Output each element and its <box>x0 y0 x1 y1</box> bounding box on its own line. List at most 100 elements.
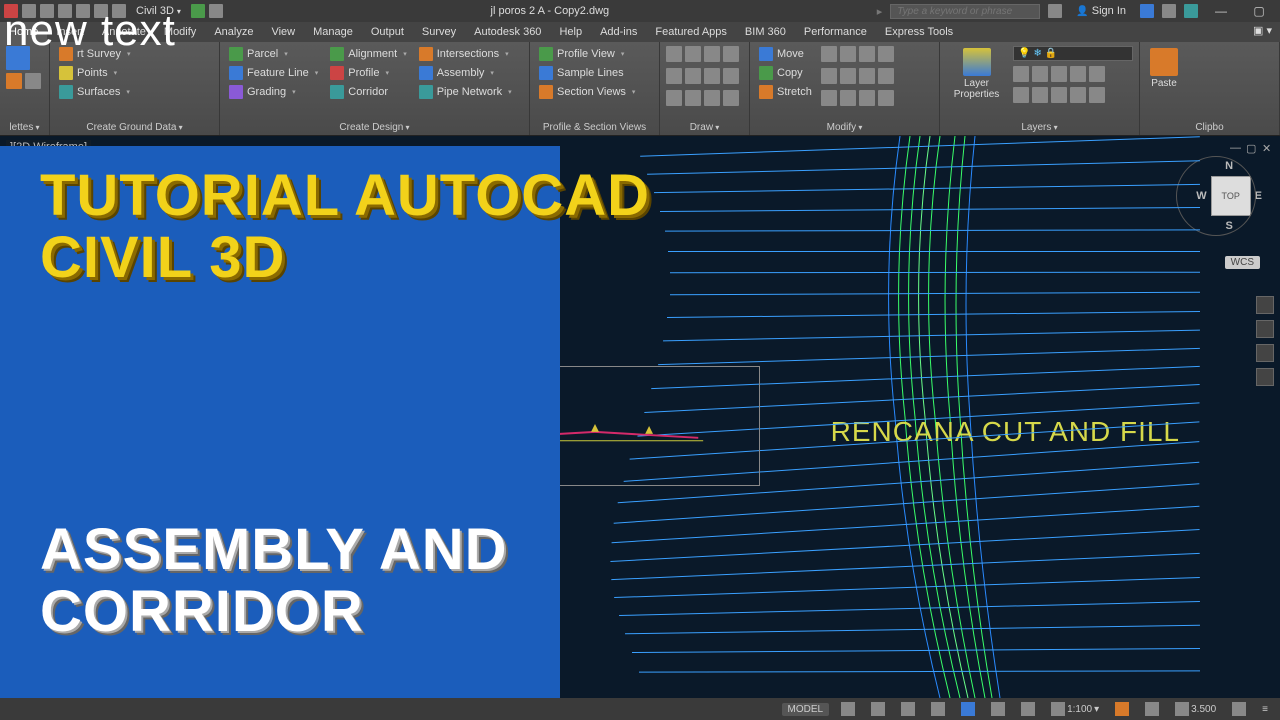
window-minimize[interactable]: — <box>1206 4 1236 18</box>
panel-profile-section[interactable]: Profile & Section Views <box>536 120 653 133</box>
layer-dropdown[interactable]: 💡❄🔒 <box>1013 46 1133 61</box>
anno-monitor[interactable] <box>1141 701 1163 717</box>
grid-toggle[interactable] <box>837 701 859 717</box>
rotate-icon[interactable] <box>821 46 837 62</box>
alignment-button[interactable]: Alignment <box>327 46 409 62</box>
rect-icon[interactable] <box>666 68 682 84</box>
qat-share-icon[interactable] <box>191 4 205 18</box>
layer-unlock-icon[interactable] <box>1070 87 1086 103</box>
elevation-value[interactable]: 3.500 <box>1171 701 1220 717</box>
layer-uniso-icon[interactable] <box>1032 87 1048 103</box>
tab-help[interactable]: Help <box>550 22 591 42</box>
arc-icon[interactable] <box>723 46 739 62</box>
section-views-button[interactable]: Section Views <box>536 84 638 100</box>
panel-palettes[interactable]: lettes <box>6 120 43 133</box>
panel-draw[interactable]: Draw <box>666 120 743 133</box>
isolate-toggle[interactable] <box>1228 701 1250 717</box>
revcloud-icon[interactable] <box>723 90 739 106</box>
copy-button[interactable]: Copy <box>756 65 815 81</box>
nav-orbit-icon[interactable] <box>1256 368 1274 386</box>
wipeout-icon[interactable] <box>704 90 720 106</box>
polar-toggle[interactable] <box>927 701 949 717</box>
ellipse-icon[interactable] <box>685 68 701 84</box>
anno-scale[interactable]: 1:100 ▾ <box>1047 701 1103 717</box>
break-icon[interactable] <box>859 90 875 106</box>
profile-view-button[interactable]: Profile View <box>536 46 638 62</box>
sign-in-button[interactable]: Sign In <box>1070 5 1132 17</box>
layer-prev-icon[interactable] <box>1089 87 1105 103</box>
panel-clipboard[interactable]: Clipbo <box>1146 120 1273 133</box>
layer-thaw-icon[interactable] <box>1051 87 1067 103</box>
vp-close-icon[interactable]: ✕ <box>1262 142 1274 154</box>
ribbon-collapse-icon[interactable]: ▣ ▾ <box>1245 22 1280 42</box>
join-icon[interactable] <box>840 90 856 106</box>
line-icon[interactable] <box>666 46 682 62</box>
layer-on-icon[interactable] <box>1013 87 1029 103</box>
tab-addins[interactable]: Add-ins <box>591 22 646 42</box>
layer-lock-icon[interactable] <box>1070 66 1086 82</box>
tab-view[interactable]: View <box>262 22 304 42</box>
search-icon[interactable] <box>1048 4 1062 18</box>
paste-button[interactable]: Paste <box>1146 46 1182 91</box>
array-icon[interactable] <box>840 68 856 84</box>
lineweight-toggle[interactable] <box>1017 701 1039 717</box>
parcel-button[interactable]: Parcel <box>226 46 321 62</box>
assembly-button[interactable]: Assembly <box>416 65 515 81</box>
profile-button[interactable]: Profile <box>327 65 409 81</box>
customize-status[interactable]: ≡ <box>1258 703 1272 716</box>
tab-express-tools[interactable]: Express Tools <box>876 22 962 42</box>
stretch-button[interactable]: Stretch <box>756 84 815 100</box>
circle-icon[interactable] <box>704 46 720 62</box>
polyline-icon[interactable] <box>685 46 701 62</box>
panel-modify[interactable]: Modify <box>756 120 933 133</box>
ortho-toggle[interactable] <box>897 701 919 717</box>
dyninput-toggle[interactable] <box>987 701 1009 717</box>
window-maximize[interactable]: ▢ <box>1244 4 1274 18</box>
exchange-icon[interactable] <box>1140 4 1154 18</box>
snap-toggle[interactable] <box>867 701 889 717</box>
points-button[interactable]: Points <box>56 65 134 81</box>
region-icon[interactable] <box>685 90 701 106</box>
panel-layers[interactable]: Layers <box>946 120 1133 133</box>
mirror-icon[interactable] <box>859 46 875 62</box>
panel-create-design[interactable]: Create Design <box>226 120 523 133</box>
scale-icon[interactable] <box>821 68 837 84</box>
tab-bim360[interactable]: BIM 360 <box>736 22 795 42</box>
surfaces-button[interactable]: Surfaces <box>56 84 134 100</box>
offset-icon[interactable] <box>859 68 875 84</box>
tab-analyze[interactable]: Analyze <box>205 22 262 42</box>
tab-autodesk360[interactable]: Autodesk 360 <box>465 22 550 42</box>
grading-button[interactable]: Grading <box>226 84 321 100</box>
chamfer-icon[interactable] <box>878 90 894 106</box>
model-space-button[interactable]: MODEL <box>782 703 830 716</box>
tab-performance[interactable]: Performance <box>795 22 876 42</box>
move-button[interactable]: Move <box>756 46 815 62</box>
intersections-button[interactable]: Intersections <box>416 46 515 62</box>
sample-lines-button[interactable]: Sample Lines <box>536 65 638 81</box>
workspace-toggle[interactable] <box>1111 701 1133 717</box>
explode-icon[interactable] <box>878 68 894 84</box>
trim-icon[interactable] <box>840 46 856 62</box>
erase-icon[interactable] <box>821 90 837 106</box>
layer-iso-icon[interactable] <box>1032 66 1048 82</box>
feature-line-button[interactable]: Feature Line <box>226 65 321 81</box>
palette-icon-2[interactable] <box>25 73 41 89</box>
wcs-badge[interactable]: WCS <box>1225 256 1260 269</box>
corridor-button[interactable]: Corridor <box>327 84 409 100</box>
panel-create-ground[interactable]: Create Ground Data <box>56 120 213 133</box>
pipe-network-button[interactable]: Pipe Network <box>416 84 515 100</box>
layer-match-icon[interactable] <box>1089 66 1105 82</box>
tab-output[interactable]: Output <box>362 22 413 42</box>
fillet-icon[interactable] <box>878 46 894 62</box>
nav-pan-icon[interactable] <box>1256 320 1274 338</box>
tab-manage[interactable]: Manage <box>304 22 362 42</box>
palette-icon-1[interactable] <box>6 73 22 89</box>
vp-max-icon[interactable]: ▢ <box>1246 142 1258 154</box>
point-icon[interactable] <box>666 90 682 106</box>
layer-freeze-icon[interactable] <box>1051 66 1067 82</box>
layer-off-icon[interactable] <box>1013 66 1029 82</box>
infocenter-search[interactable] <box>890 4 1040 19</box>
autodesk-icon[interactable] <box>1162 4 1176 18</box>
qat-more-icon[interactable] <box>209 4 223 18</box>
nav-wheel-icon[interactable] <box>1256 296 1274 314</box>
